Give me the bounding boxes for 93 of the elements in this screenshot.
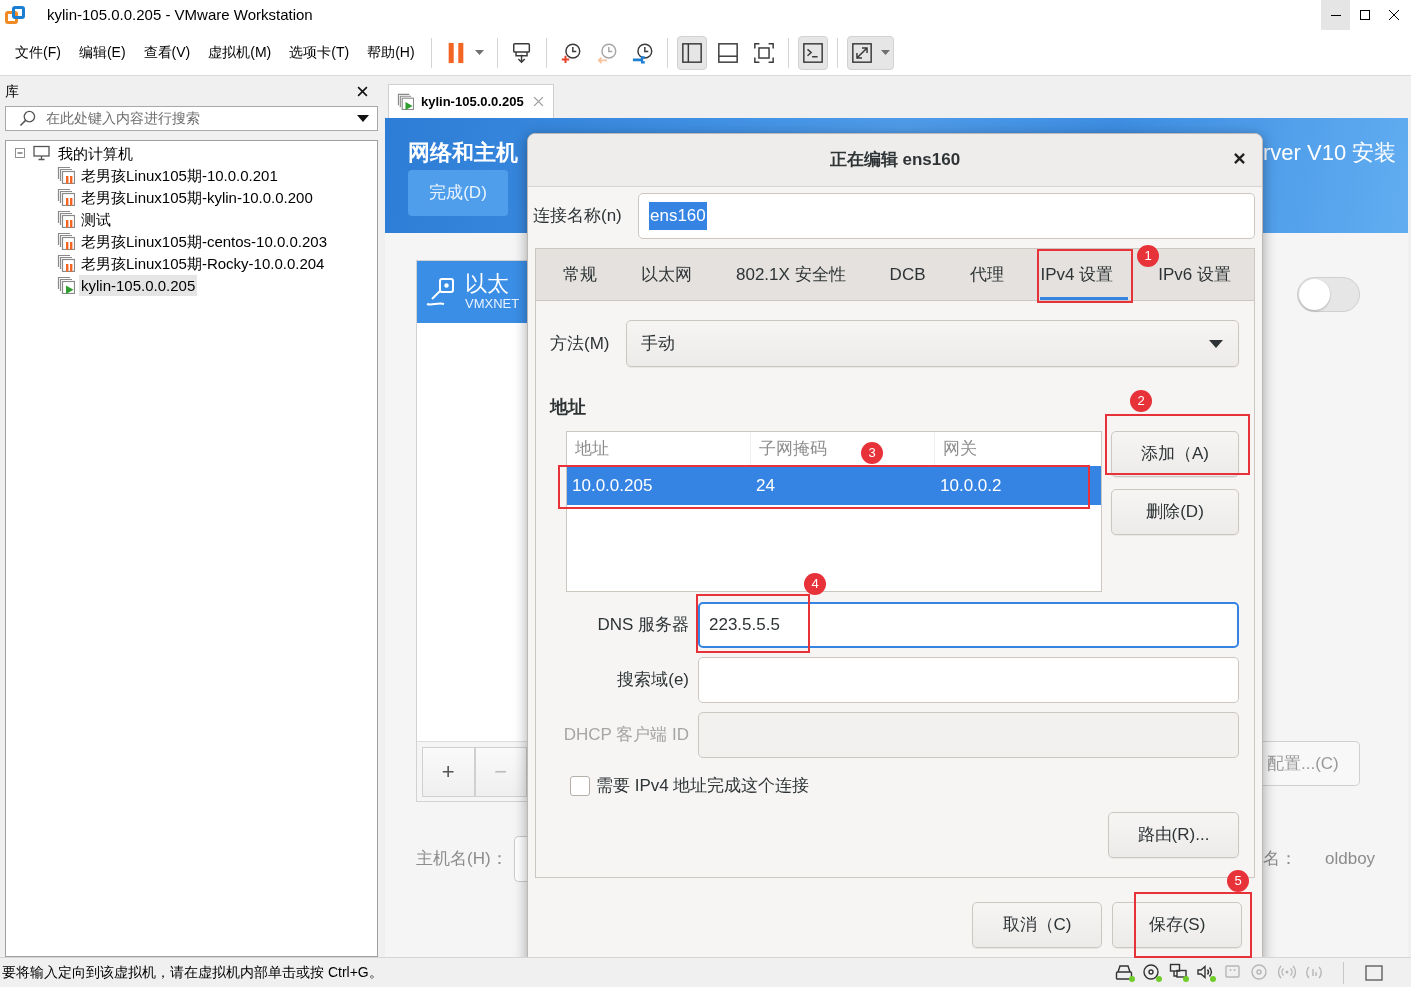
field-label: 连接名称(n)	[533, 205, 623, 228]
cable-icon	[425, 276, 457, 308]
panel-title: 库	[5, 81, 19, 101]
search-icon	[19, 110, 36, 127]
delete-button[interactable]: 删除(D)	[1111, 489, 1239, 535]
sidebar-layout-icon	[680, 41, 703, 64]
text-field[interactable]	[698, 657, 1239, 703]
collapse-icon[interactable]	[15, 148, 25, 158]
checkbox[interactable]	[570, 776, 590, 796]
menu-item[interactable]: 文件(F)	[7, 40, 69, 65]
hostname-field[interactable]	[514, 836, 527, 882]
menu-item[interactable]: 查看(V)	[135, 40, 199, 65]
add-button[interactable]: 添加（A)	[1111, 431, 1239, 477]
tab[interactable]: 以太网	[641, 262, 692, 287]
text-field[interactable]: ens160	[638, 193, 1255, 239]
text-field[interactable]: 223.5.5.5	[698, 602, 1239, 648]
field-label: 名：	[1263, 848, 1297, 871]
monitor-icon	[33, 145, 50, 161]
clock-plus-icon	[559, 41, 582, 64]
method-dropdown[interactable]: 手动	[626, 320, 1239, 367]
checkbox-label: 需要 IPv4 地址完成这个连接	[596, 775, 810, 798]
vm-screen[interactable]	[385, 118, 1408, 957]
add-device-button[interactable]: +	[422, 746, 475, 797]
table-cell-text: 10.0.0.205	[571, 474, 654, 497]
tab[interactable]: 常规	[563, 262, 597, 287]
hostname-text: oldboy	[1325, 848, 1376, 871]
field-label: 方法(M)	[550, 332, 611, 355]
dialog-title: 正在编辑 ens160	[829, 149, 961, 172]
monitor-arrow-icon	[510, 41, 533, 64]
cancel-button[interactable]: 取消（C)	[972, 902, 1102, 948]
tab[interactable]: IPv6 设置	[1158, 262, 1231, 287]
tab[interactable]: 802.1X 安全性	[736, 262, 846, 287]
speaker-icon[interactable]	[1196, 962, 1216, 983]
menu-item[interactable]: 选项卡(T)	[281, 40, 358, 65]
installer-title: rver V10 安装	[1263, 139, 1398, 167]
window-title: kylin-105.0.0.205 - VMware Workstation	[47, 4, 313, 25]
vm-tab[interactable]: kylin-105.0.0.205	[388, 84, 554, 118]
search-box[interactable]: 在此处键入内容进行搜索	[5, 106, 378, 131]
close-icon	[357, 85, 368, 97]
field-label: DHCP 客户端 ID	[562, 724, 690, 747]
fullscreen-icon	[752, 41, 775, 64]
field-label: 主机名(H)：	[416, 848, 508, 871]
section-heading: 地址	[550, 396, 586, 419]
close-icon	[1388, 10, 1399, 20]
device-name: 以太	[465, 272, 510, 296]
tree-item[interactable]: kylin-105.0.0.205	[79, 274, 198, 296]
library-button[interactable]	[676, 35, 707, 70]
status-text: 要将输入定向到该虚拟机，请在虚拟机内部单击或按 Ctrl+G。	[2, 963, 383, 982]
tab[interactable]: DCB	[889, 262, 926, 287]
vm-running-icon	[397, 93, 414, 110]
menu-item[interactable]: 帮助(H)	[359, 40, 423, 65]
table-row[interactable]: 10.0.0.205 24 10.0.0.2	[567, 466, 1101, 505]
menu-item[interactable]: 编辑(E)	[70, 40, 134, 65]
toggle-switch[interactable]	[1297, 277, 1360, 312]
bottom-panel-icon	[716, 41, 739, 64]
terminal-icon	[801, 41, 824, 64]
app-logo	[5, 5, 25, 25]
column-header: 网关	[942, 438, 978, 461]
tree-item[interactable]: 测试	[79, 208, 113, 230]
tab-label: kylin-105.0.0.205	[421, 92, 524, 111]
tree-item[interactable]: 老男孩Linux105期-10.0.0.201	[79, 164, 280, 186]
selected-text: ens160	[649, 202, 707, 230]
caret-icon	[1209, 339, 1223, 348]
close-button[interactable]	[1231, 150, 1248, 167]
menu-item[interactable]: 虚拟机(M)	[200, 40, 280, 65]
clock-wrench-icon	[631, 41, 654, 64]
search-input[interactable]: 在此处键入内容进行搜索	[46, 108, 357, 129]
network-icon[interactable]	[1169, 962, 1189, 983]
tab[interactable]: 代理	[969, 262, 1004, 287]
table-cell-text: 10.0.0.2	[939, 474, 1003, 497]
field-label: DNS 服务器	[596, 614, 690, 637]
column-header: 地址	[567, 432, 751, 466]
field-label: 搜索域(e)	[616, 669, 690, 692]
page-heading: 网络和主机	[408, 139, 518, 167]
tree-item[interactable]: 老男孩Linux105期-centos-10.0.0.203	[79, 230, 329, 252]
hard-disk-icon[interactable]	[1115, 962, 1135, 983]
tree-item[interactable]: 老男孩Linux105期-kylin-10.0.0.200	[79, 186, 315, 208]
stretch-button[interactable]	[846, 35, 894, 70]
message-log-icon[interactable]	[1365, 964, 1383, 981]
maximize-icon	[1359, 10, 1370, 20]
disc-icon[interactable]	[1142, 962, 1162, 983]
clock-arrow-icon	[595, 41, 618, 64]
tree-item[interactable]: 我的计算机	[56, 142, 135, 164]
tree-item[interactable]: 老男孩Linux105期-Rocky-10.0.0.204	[79, 252, 327, 274]
save-button[interactable]: 保存(S)	[1112, 902, 1242, 948]
routes-button[interactable]: 路由(R)...	[1108, 812, 1239, 858]
device-detail: VMXNET	[465, 296, 520, 312]
close-icon	[532, 96, 544, 107]
close-icon	[1233, 152, 1246, 165]
table-cell-text: 24	[755, 474, 776, 497]
tab[interactable]: IPv4 设置	[1039, 253, 1129, 300]
dropdown-icon[interactable]	[357, 115, 369, 122]
console-button[interactable]	[797, 35, 828, 70]
